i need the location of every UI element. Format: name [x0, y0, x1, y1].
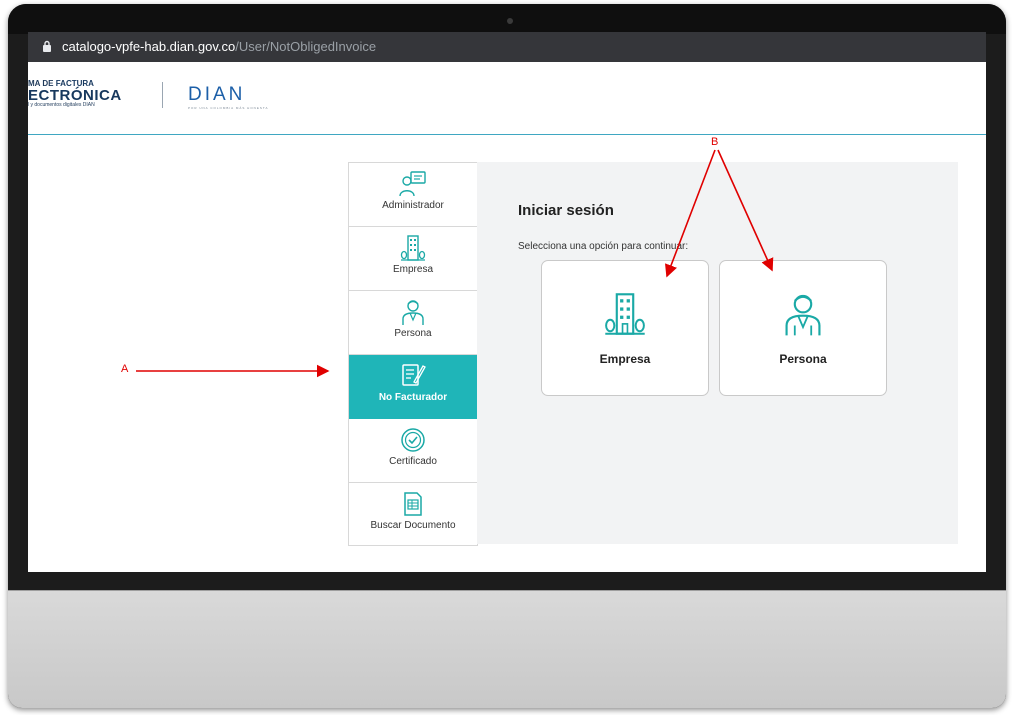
sidebar-item-label: No Facturador: [378, 392, 448, 403]
sidebar-item-label: Persona: [394, 328, 432, 339]
dian-logo-text: DIAN: [188, 84, 246, 105]
person-icon: [401, 298, 425, 331]
logo-line2: ECTRÓNICA: [28, 87, 122, 104]
sidebar-item-certificado[interactable]: Certificado: [349, 419, 477, 483]
logo-divider: [162, 82, 163, 108]
dian-tagline: POR UNA COLOMBIA MÁS HONESTA: [188, 106, 269, 110]
panel-title: Iniciar sesión: [518, 202, 614, 219]
sidebar-item-no-facturador[interactable]: No Facturador: [349, 355, 484, 419]
dian-logo[interactable]: DIAN POR UNA COLOMBIA MÁS HONESTA: [188, 84, 268, 110]
login-panel: Iniciar sesión Selecciona una opción par…: [477, 162, 958, 544]
sidebar-item-label: Certificado: [389, 456, 437, 467]
search-document-icon: [401, 490, 425, 523]
url-path: /User/NotObligedInvoice: [235, 39, 377, 54]
sidebar-item-empresa[interactable]: Empresa: [349, 227, 477, 291]
browser-screen: catalogo-vpfe-hab.dian.gov.co/User/NotOb…: [28, 32, 986, 572]
person-icon: [781, 291, 825, 342]
certificate-icon: [399, 426, 427, 459]
url-text[interactable]: catalogo-vpfe-hab.dian.gov.co/User/NotOb…: [62, 39, 376, 54]
option-card-empresa[interactable]: Empresa: [541, 260, 709, 396]
sidebar-item-buscar-documento[interactable]: Buscar Documento: [349, 483, 477, 546]
building-icon: [602, 291, 648, 342]
main-content: Administrador Empresa Persona No Factura…: [28, 135, 986, 572]
document-edit-icon: [400, 362, 426, 395]
option-card-persona[interactable]: Persona: [719, 260, 887, 396]
url-host: catalogo-vpfe-hab.dian.gov.co: [62, 39, 236, 54]
sidebar-item-label: Buscar Documento: [370, 520, 456, 531]
sidebar-item-label: Empresa: [392, 264, 433, 275]
sidebar-item-label: Administrador: [382, 200, 444, 211]
factura-electronica-logo[interactable]: MA DE FACTURA ECTRÓNICA l y documentos d…: [28, 80, 122, 108]
admin-icon: [398, 170, 428, 203]
panel-subtitle: Selecciona una opción para continuar:: [518, 241, 689, 252]
camera-dot: [507, 18, 513, 24]
monitor-frame: catalogo-vpfe-hab.dian.gov.co/User/NotOb…: [8, 4, 1006, 708]
site-header: MA DE FACTURA ECTRÓNICA l y documentos d…: [28, 62, 986, 135]
option-label: Persona: [779, 352, 827, 366]
monitor-chin: [8, 590, 1006, 708]
annotation-label-b: B: [711, 136, 719, 148]
sidebar-item-persona[interactable]: Persona: [349, 291, 477, 355]
lock-icon: [42, 40, 52, 55]
address-bar[interactable]: catalogo-vpfe-hab.dian.gov.co/User/NotOb…: [28, 32, 986, 62]
building-icon: [400, 234, 426, 267]
role-sidebar: Administrador Empresa Persona No Factura…: [348, 162, 484, 546]
annotation-label-a: A: [121, 363, 129, 375]
sidebar-item-administrador[interactable]: Administrador: [349, 163, 477, 227]
option-label: Empresa: [599, 352, 651, 366]
